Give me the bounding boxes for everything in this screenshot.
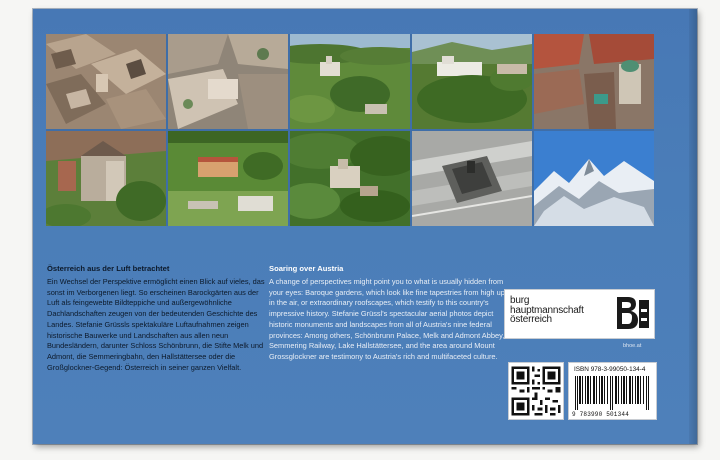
german-body: Ein Wechsel der Perspektive ermöglicht e… — [47, 277, 265, 372]
photo-grid — [46, 34, 654, 226]
isbn-label: ISBN 978-3-99050-134-4 — [574, 366, 646, 373]
photo-tile-castle-hill — [290, 34, 410, 129]
photo-tile-fortress — [412, 34, 532, 129]
photo-tile-red-roofs — [534, 34, 654, 129]
publisher-website: bhoe.at — [623, 343, 642, 349]
publisher-logo-text: burg hauptmannschaft österreich — [510, 296, 584, 325]
barcode-icon — [575, 376, 649, 410]
logo-line-3: österreich — [510, 314, 552, 325]
book-back-cover: Österreich aus der Luft betrachtet Ein W… — [33, 9, 697, 444]
qr-code — [508, 362, 564, 420]
photo-stage: Österreich aus der Luft betrachtet Ein W… — [0, 0, 720, 460]
photo-tile-monument-square — [412, 131, 532, 226]
german-description: Österreich aus der Luft betrachtet Ein W… — [47, 264, 269, 373]
barcode-digits: 9 783990 501344 — [572, 411, 630, 418]
photo-tile-palace-gardens — [168, 131, 288, 226]
publisher-logo: burg hauptmannschaft österreich — [504, 289, 655, 339]
photo-tile-snowy-alps — [534, 131, 654, 226]
photo-tile-old-town — [46, 34, 166, 129]
publisher-mark-icon — [614, 294, 650, 334]
photo-tile-baroque-square — [168, 34, 288, 129]
english-description: Soaring over Austria A change of perspec… — [269, 264, 507, 363]
english-heading: Soaring over Austria — [269, 264, 344, 273]
photo-tile-medieval-castle — [46, 131, 166, 226]
english-body: A change of perspectives might point you… — [269, 277, 505, 361]
german-heading: Österreich aus der Luft betrachtet — [47, 264, 170, 273]
isbn-barcode-box: ISBN 978-3-99050-134-4 9 783990 501344 — [568, 362, 657, 420]
photo-tile-abbey-forest — [290, 131, 410, 226]
